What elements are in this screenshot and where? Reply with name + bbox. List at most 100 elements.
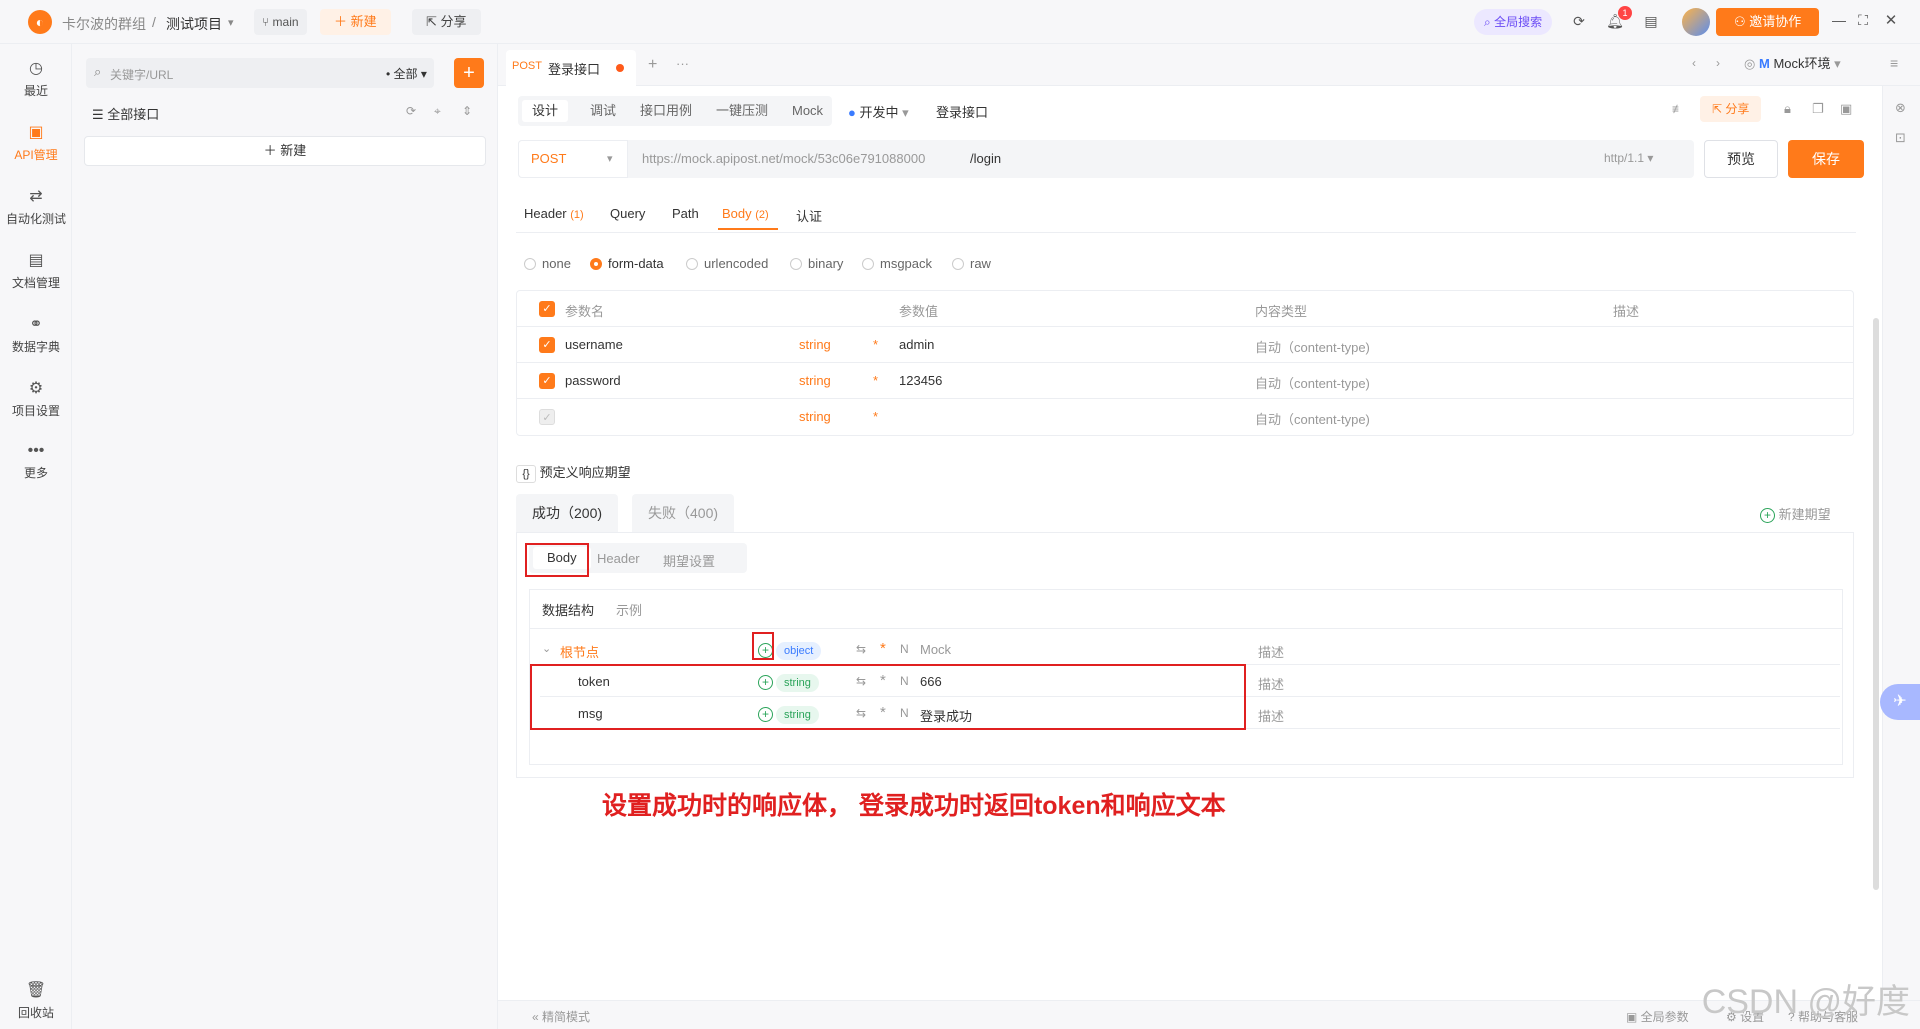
required-icon[interactable]: * bbox=[880, 640, 886, 657]
tab-example[interactable]: 示例 bbox=[616, 600, 642, 619]
global-params-button[interactable]: ▣ 全局参数 bbox=[1626, 1008, 1689, 1025]
subtab-settings[interactable]: 期望设置 bbox=[663, 551, 715, 570]
minimize-icon[interactable]: — bbox=[1832, 12, 1846, 28]
root-node[interactable]: 根节点 bbox=[560, 642, 599, 661]
close-icon[interactable]: ✕ bbox=[1884, 11, 1898, 29]
tab-design[interactable]: 设计 bbox=[522, 100, 569, 122]
filter-select[interactable]: • 全部 ▾ bbox=[386, 65, 427, 82]
preview-button[interactable]: 预览 bbox=[1704, 140, 1778, 178]
tab-query[interactable]: Query bbox=[610, 206, 645, 221]
lock-icon[interactable]: 🔒︎ bbox=[1784, 101, 1791, 117]
row-checkbox[interactable]: ✓ bbox=[539, 337, 555, 353]
http-version-select[interactable]: http/1.1 ▾ bbox=[1604, 151, 1653, 165]
param-name[interactable]: username bbox=[565, 337, 623, 352]
param-value[interactable]: 123456 bbox=[899, 373, 942, 388]
url-path-input[interactable]: /login bbox=[970, 151, 1001, 166]
new-expect-button[interactable]: + 新建期望 bbox=[1760, 504, 1831, 523]
nullable-icon[interactable]: N bbox=[900, 642, 909, 656]
add-tab-icon[interactable]: + bbox=[648, 56, 657, 74]
swap-icon[interactable]: ⇆ bbox=[856, 642, 866, 656]
maximize-icon[interactable]: ⛶ bbox=[1856, 12, 1870, 29]
project-name[interactable]: 测试项目 bbox=[166, 14, 222, 34]
invite-button[interactable]: ⚇ 邀请协作 bbox=[1716, 8, 1820, 36]
rail-item-trash[interactable]: 🗑 回收站 bbox=[0, 980, 72, 1021]
param-type[interactable]: string bbox=[799, 373, 831, 388]
tab-stress[interactable]: 一键压测 bbox=[706, 100, 778, 122]
chevron-down-icon[interactable]: ⌄ bbox=[542, 642, 551, 655]
desc-input[interactable]: 描述 bbox=[1258, 642, 1284, 661]
branch-selector[interactable]: ⑂ main bbox=[254, 9, 307, 35]
tab-next-icon[interactable]: › bbox=[1716, 56, 1720, 70]
rail-item-recent[interactable]: ◷ 最近 bbox=[0, 58, 72, 99]
tab-fail[interactable]: 失败（400) bbox=[632, 494, 735, 532]
required-icon[interactable]: * bbox=[873, 337, 878, 352]
add-api-button[interactable]: + bbox=[454, 58, 484, 88]
global-search-button[interactable]: ⌕ 全局搜索 bbox=[1474, 9, 1553, 35]
status-select[interactable]: ● 开发中 ▾ bbox=[848, 102, 909, 121]
copy-icon[interactable]: ❐ bbox=[1812, 101, 1824, 117]
radio-raw[interactable]: raw bbox=[952, 256, 991, 271]
api-share-button[interactable]: ⇱ 分享 bbox=[1700, 96, 1762, 122]
share-button[interactable]: ⇱ 分享 bbox=[412, 9, 481, 35]
scrollbar[interactable] bbox=[1873, 318, 1879, 890]
content-type[interactable]: 自动（content-type) bbox=[1255, 409, 1370, 428]
param-type[interactable]: string bbox=[799, 409, 831, 424]
tab-debug[interactable]: 调试 bbox=[580, 100, 626, 122]
rail-item-docs[interactable]: ▤ 文档管理 bbox=[0, 250, 72, 291]
avatar[interactable] bbox=[1682, 8, 1710, 36]
history-icon[interactable]: ⊗ bbox=[1895, 100, 1906, 116]
type-badge[interactable]: object bbox=[776, 642, 822, 660]
team-name[interactable]: 卡尔波的群组 bbox=[62, 14, 146, 34]
tab-body[interactable]: Body (2) bbox=[722, 206, 769, 221]
method-select[interactable]: POST ▾ bbox=[518, 140, 628, 178]
rail-item-autotest[interactable]: ⇄ 自动化测试 bbox=[0, 186, 72, 227]
more-tabs-icon[interactable]: ··· bbox=[676, 56, 689, 71]
sort-icon[interactable]: ⇕ bbox=[462, 104, 472, 118]
param-value[interactable]: admin bbox=[899, 337, 934, 352]
sync-icon[interactable]: ⟳ bbox=[1570, 13, 1588, 30]
tab-auth[interactable]: 认证 bbox=[796, 206, 822, 225]
chevron-down-icon[interactable]: ▾ bbox=[228, 16, 234, 29]
radio-urlencoded[interactable]: urlencoded bbox=[686, 256, 768, 271]
tab-path[interactable]: Path bbox=[672, 206, 699, 221]
radio-binary[interactable]: binary bbox=[790, 256, 843, 271]
param-type[interactable]: string bbox=[799, 337, 831, 352]
search-input[interactable]: 关键字/URL bbox=[110, 66, 173, 83]
subtab-header[interactable]: Header bbox=[597, 551, 640, 566]
rail-item-api[interactable]: ▣ API管理 bbox=[0, 122, 72, 163]
required-icon[interactable]: * bbox=[873, 409, 878, 424]
tab-login-api[interactable]: POST 登录接口 bbox=[506, 50, 636, 86]
tree-search[interactable]: ⌕ 关键字/URL • 全部 ▾ bbox=[86, 58, 434, 88]
row-checkbox[interactable]: ✓ bbox=[539, 409, 555, 425]
tree-new-button[interactable]: ＋ 新建 bbox=[84, 136, 486, 166]
radio-msgpack[interactable]: msgpack bbox=[862, 256, 932, 271]
refresh-icon[interactable]: ⟳ bbox=[406, 104, 416, 118]
tab-prev-icon[interactable]: ‹ bbox=[1692, 56, 1696, 70]
tab-cases[interactable]: 接口用例 bbox=[630, 100, 702, 122]
code-icon[interactable]: ⊡ bbox=[1895, 130, 1906, 146]
save-icon[interactable]: ▣ bbox=[1840, 101, 1852, 117]
locate-icon[interactable]: ⌖ bbox=[434, 104, 441, 119]
mock-input[interactable]: Mock bbox=[920, 642, 951, 657]
content-type[interactable]: 自动（content-type) bbox=[1255, 337, 1370, 356]
tree-root[interactable]: ☰ 全部接口 bbox=[92, 104, 159, 123]
format-icon[interactable]: ≢ bbox=[1672, 102, 1684, 116]
desc-input[interactable]: 描述 bbox=[1258, 674, 1284, 693]
menu-icon[interactable]: ≡ bbox=[1890, 55, 1898, 71]
message-icon[interactable]: ▤ bbox=[1642, 13, 1660, 30]
api-name-input[interactable]: 登录接口 bbox=[936, 102, 988, 121]
rail-item-settings[interactable]: ⚙ 项目设置 bbox=[0, 378, 72, 419]
required-icon[interactable]: * bbox=[873, 373, 878, 388]
simple-mode-button[interactable]: « 精简模式 bbox=[532, 1008, 590, 1025]
rail-item-dict[interactable]: ⚭ 数据字典 bbox=[0, 314, 72, 355]
tab-header[interactable]: Header (1) bbox=[524, 206, 584, 221]
content-type[interactable]: 自动（content-type) bbox=[1255, 373, 1370, 392]
tab-success[interactable]: 成功（200) bbox=[516, 494, 619, 532]
radio-none[interactable]: none bbox=[524, 256, 571, 271]
row-checkbox[interactable]: ✓ bbox=[539, 373, 555, 389]
param-name[interactable]: password bbox=[565, 373, 621, 388]
desc-input[interactable]: 描述 bbox=[1258, 706, 1284, 725]
radio-form-data[interactable]: form-data bbox=[590, 256, 664, 271]
rail-item-more[interactable]: ••• 更多 bbox=[0, 442, 72, 481]
new-button[interactable]: ＋ 新建 bbox=[320, 9, 391, 35]
